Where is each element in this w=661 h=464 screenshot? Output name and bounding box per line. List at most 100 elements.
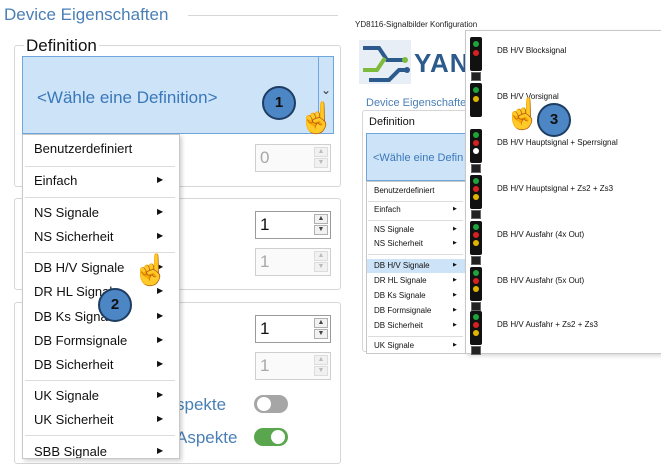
spinner-value: 1 — [260, 356, 270, 375]
menu-item-uk-sicherheit[interactable]: UK Sicherheit ▶ — [23, 408, 179, 432]
spinner-down-icon[interactable]: ▼ — [314, 366, 328, 376]
signal-image-icon — [470, 83, 482, 117]
chevron-right-icon: ▶ — [157, 359, 164, 368]
device-properties-title: Device Eigenschaften — [4, 5, 169, 24]
device-properties-title: Device Eigenschaften — [366, 97, 473, 109]
signal-image-icon — [470, 221, 482, 265]
chevron-right-icon: ▶ — [453, 292, 457, 298]
menu-item-label: DB Sicherheit — [374, 321, 423, 330]
spinner-up-icon[interactable]: ▲ — [314, 355, 328, 365]
chevron-right-icon: ▶ — [453, 277, 457, 283]
spinner-down-icon[interactable]: ▼ — [314, 262, 328, 272]
menu-separator — [25, 435, 175, 436]
spinner-up-icon[interactable]: ▲ — [314, 147, 328, 157]
chevron-right-icon: ▶ — [157, 175, 164, 184]
count-spinner[interactable]: 1 ▲ ▼ — [255, 315, 331, 343]
spinner-down-icon[interactable]: ▼ — [314, 158, 328, 168]
toggle-knob — [271, 430, 285, 444]
menu-item-label: DB Formsignale — [374, 306, 432, 315]
spinner-value: 1 — [260, 215, 270, 234]
submenu-item-label: DB H/V Hauptsignal + Sperrsignal — [497, 138, 618, 147]
menu-separator — [25, 166, 175, 167]
menu-item-db-sicherheit[interactable]: DB Sicherheit ▶ — [23, 353, 179, 377]
menu-item-label: NS Signale — [374, 225, 415, 234]
menu-separator — [368, 201, 463, 202]
menu-item-db-ks-signale[interactable]: DB Ks Signale ▶ — [367, 289, 465, 303]
aspect-label: Aspekte — [176, 428, 238, 447]
menu-item-label: UK Signale — [374, 341, 415, 350]
menu-item-ns-sicherheit[interactable]: NS Sicherheit ▶ — [23, 225, 179, 249]
definition-combobox[interactable]: <Wähle eine Defin — [366, 133, 466, 181]
aspect-toggle[interactable] — [254, 428, 288, 446]
menu-separator — [25, 197, 175, 198]
combobox-value: <Wähle eine Definition> — [37, 88, 218, 107]
menu-item-einfach[interactable]: Einfach ▶ — [23, 169, 179, 193]
menu-item-uk-signale[interactable]: UK Signale ▶ — [367, 339, 465, 353]
menu-separator — [25, 380, 175, 381]
chevron-right-icon: ▶ — [453, 206, 457, 212]
submenu-item-ausfahr-5x[interactable]: DB H/V Ausfahr (5x Out) — [466, 261, 661, 311]
definition-label: Definition — [369, 116, 415, 128]
menu-item-label: UK Sicherheit — [34, 412, 114, 427]
count-spinner[interactable]: 1 ▲ ▼ — [255, 211, 331, 239]
menu-item-label: DR HL Signale — [374, 276, 427, 285]
submenu-item-label: DB H/V Blocksignal — [497, 46, 567, 55]
menu-item-label: NS Sicherheit — [34, 229, 114, 244]
menu-item-einfach[interactable]: Einfach ▶ — [367, 203, 465, 217]
count-spinner[interactable]: 1 ▲ ▼ — [255, 352, 331, 380]
signal-config-window: YD8116-Signalbilder Konfiguration YAN De… — [352, 0, 661, 355]
submenu-item-hauptsignal-zs2-zs3[interactable]: DB H/V Hauptsignal + Zs2 + Zs3 — [466, 169, 661, 219]
logo-circuit-icon — [359, 40, 411, 84]
signal-image-icon — [470, 129, 482, 173]
pointer-hand-icon: ☝ — [504, 98, 542, 131]
chevron-right-icon: ▶ — [157, 335, 164, 344]
menu-item-label: Einfach — [34, 173, 78, 188]
menu-item-label: UK Signale — [34, 388, 100, 403]
menu-item-label: DB Formsignale — [34, 333, 128, 348]
signal-image-icon — [470, 37, 482, 81]
menu-item-ns-signale[interactable]: NS Signale ▶ — [367, 223, 465, 237]
menu-item-ns-sicherheit[interactable]: NS Sicherheit ▶ — [367, 237, 465, 251]
chevron-right-icon: ▶ — [157, 390, 164, 399]
menu-item-benutzerdefiniert[interactable]: Benutzerdefiniert — [367, 184, 465, 198]
menu-item-sbb-signale[interactable]: SBB Signale ▶ — [23, 440, 179, 458]
spinner-down-icon[interactable]: ▼ — [314, 225, 328, 235]
menu-item-label: DB H/V Signale — [34, 260, 125, 275]
menu-item-uk-signale[interactable]: UK Signale ▶ — [23, 384, 179, 408]
signal-image-icon — [470, 311, 482, 355]
count-spinner[interactable]: 0 ▲ ▼ — [255, 144, 331, 172]
menu-item-db-formsignale[interactable]: DB Formsignale ▶ — [23, 329, 179, 353]
menu-separator — [25, 252, 175, 253]
menu-item-label: NS Sicherheit — [374, 239, 423, 248]
menu-item-db-hv-signale[interactable]: DB H/V Signale ▶ — [367, 259, 465, 273]
submenu-item-ausfahr-4x[interactable]: DB H/V Ausfahr (4x Out) — [466, 215, 661, 265]
chevron-right-icon: ▶ — [453, 342, 457, 348]
menu-item-benutzerdefiniert[interactable]: Benutzerdefiniert — [23, 137, 179, 161]
submenu-item-label: DB H/V Ausfahr + Zs2 + Zs3 — [497, 320, 598, 329]
submenu-item-label: DB H/V Ausfahr (5x Out) — [497, 276, 585, 285]
submenu-item-ausfahr-zs2-zs3[interactable]: DB H/V Ausfahr + Zs2 + Zs3 — [466, 305, 661, 355]
chevron-right-icon: ▶ — [453, 322, 457, 328]
submenu-item-blocksignal[interactable]: DB H/V Blocksignal — [466, 31, 661, 81]
spinner-value: 0 — [260, 148, 270, 167]
spinner-up-icon[interactable]: ▲ — [314, 214, 328, 224]
chevron-down-icon[interactable]: ⌄ — [321, 83, 331, 97]
db-hv-submenu: DB H/V Blocksignal DB H/V Vorsignal DB H… — [465, 30, 661, 355]
signal-image-icon — [470, 267, 482, 311]
signal-image-icon — [470, 175, 482, 219]
spinner-down-icon[interactable]: ▼ — [314, 329, 328, 339]
menu-item-dr-hl-signale[interactable]: DR HL Signale ▶ — [367, 274, 465, 288]
aspect-label: spekte — [176, 395, 227, 414]
aspect-toggle[interactable] — [254, 395, 288, 413]
menu-item-ns-signale[interactable]: NS Signale ▶ — [23, 201, 179, 225]
pointer-hand-icon: ☝ — [132, 254, 170, 287]
chevron-right-icon: ▶ — [157, 231, 164, 240]
spinner-up-icon[interactable]: ▲ — [314, 318, 328, 328]
count-spinner[interactable]: 1 ▲ ▼ — [255, 248, 331, 276]
spinner-up-icon[interactable]: ▲ — [314, 251, 328, 261]
menu-item-db-formsignale[interactable]: DB Formsignale ▶ — [367, 304, 465, 318]
chevron-right-icon: ▶ — [453, 240, 457, 246]
menu-item-db-sicherheit[interactable]: DB Sicherheit ▶ — [367, 319, 465, 333]
step-badge-2: 2 — [98, 288, 132, 322]
spinner-value: 1 — [260, 252, 270, 271]
